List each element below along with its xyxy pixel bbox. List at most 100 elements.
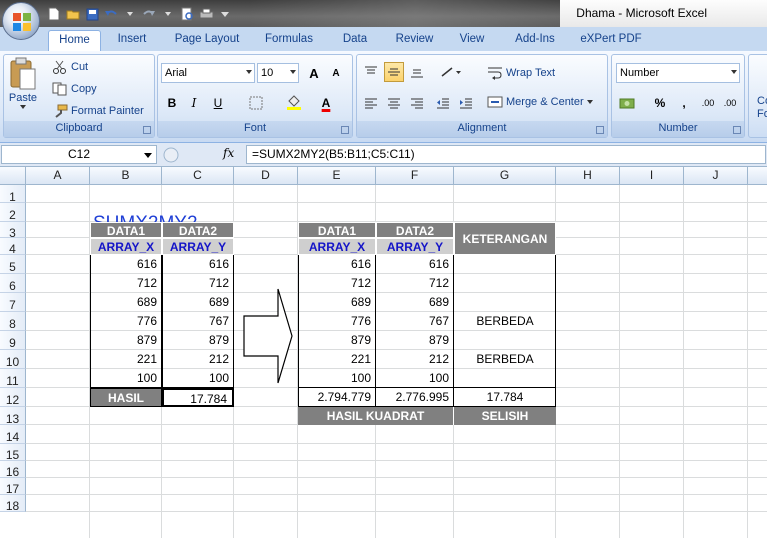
clipboard-dialog-launcher[interactable]	[143, 126, 151, 134]
orientation-button[interactable]	[437, 62, 465, 82]
row-header[interactable]: 10	[0, 350, 26, 369]
table-cell[interactable]: 616	[90, 255, 162, 274]
table-cell[interactable]	[454, 274, 556, 293]
undo-icon[interactable]	[103, 6, 119, 22]
row-header[interactable]: 3	[0, 222, 26, 240]
row-header[interactable]: 12	[0, 388, 26, 407]
row-header[interactable]: 18	[0, 495, 26, 513]
table-cell[interactable]: 712	[90, 274, 162, 293]
font-dialog-launcher[interactable]	[341, 126, 349, 134]
table-cell[interactable]: 100	[376, 369, 454, 388]
table-subheader-cell[interactable]: ARRAY_X	[90, 238, 162, 255]
table-header-cell[interactable]: DATA1	[90, 222, 162, 238]
table-cell[interactable]: 776	[298, 312, 376, 331]
shrink-font-button[interactable]: A	[326, 63, 346, 83]
table-cell[interactable]: 712	[162, 274, 234, 293]
column-header[interactable]: D	[234, 167, 298, 185]
row-header[interactable]: 17	[0, 478, 26, 496]
percent-button[interactable]: %	[650, 93, 670, 113]
align-bottom-button[interactable]	[407, 62, 427, 82]
align-center-button[interactable]	[384, 93, 404, 113]
redo-dropdown-icon[interactable]	[160, 6, 176, 22]
increase-decimal-button[interactable]: .00	[698, 93, 718, 113]
office-button[interactable]	[2, 2, 40, 40]
table-header-cell[interactable]: DATA2	[376, 222, 454, 238]
tab-home[interactable]: Home	[48, 30, 101, 51]
new-document-icon[interactable]	[46, 6, 62, 22]
tab-insert[interactable]: Insert	[109, 30, 155, 51]
row-header[interactable]: 6	[0, 274, 26, 293]
paste-button[interactable]: Paste	[8, 57, 38, 109]
decrease-decimal-button[interactable]: .00	[720, 93, 740, 113]
table-cell[interactable]: 616	[376, 255, 454, 274]
number-format-combo[interactable]: Number	[616, 63, 740, 83]
accounting-format-button[interactable]	[616, 93, 642, 113]
tab-review[interactable]: Review	[389, 30, 440, 51]
column-header[interactable]: G	[454, 167, 556, 185]
table-cell[interactable]	[454, 331, 556, 350]
table-cell[interactable]	[454, 255, 556, 274]
table-cell[interactable]: 100	[90, 369, 162, 388]
table-cell[interactable]	[454, 293, 556, 312]
table-cell[interactable]: BERBEDA	[454, 350, 556, 369]
table-cell[interactable]: 776	[90, 312, 162, 331]
merge-center-button[interactable]: Merge & Center	[487, 95, 593, 109]
conditional-formatting-button[interactable]: Co	[757, 95, 767, 107]
format-table-button[interactable]: Fo	[757, 108, 767, 120]
total-cell[interactable]: 2.776.995	[376, 388, 454, 407]
tab-add-ins[interactable]: Add-Ins	[508, 30, 562, 51]
row-header[interactable]: 11	[0, 369, 26, 388]
tab-page-layout[interactable]: Page Layout	[168, 30, 246, 51]
formula-bar-resize-icon[interactable]	[162, 146, 180, 164]
column-header[interactable]: F	[376, 167, 454, 185]
wrap-text-button[interactable]: Wrap Text	[487, 66, 555, 80]
table-cell[interactable]: 212	[162, 350, 234, 369]
row-header[interactable]: 8	[0, 312, 26, 331]
borders-button[interactable]	[246, 93, 266, 113]
align-top-button[interactable]	[361, 62, 381, 82]
row-header[interactable]: 16	[0, 461, 26, 479]
column-header[interactable]: A	[26, 167, 90, 185]
row-header[interactable]: 4	[0, 238, 26, 256]
result-label-cell[interactable]: HASIL	[90, 388, 162, 407]
table-cell[interactable]: 879	[90, 331, 162, 350]
table-header-cell[interactable]: DATA2	[162, 222, 234, 238]
worksheet-grid[interactable]: A B C D E F G H I J 1 2 3 4 5 6 7 8 9 10 11 12 13 14 1…	[0, 167, 767, 538]
select-all-button[interactable]	[0, 167, 26, 185]
row-header[interactable]: 5	[0, 255, 26, 274]
column-header[interactable]: C	[162, 167, 234, 185]
table-cell[interactable]: 712	[298, 274, 376, 293]
increase-indent-button[interactable]	[456, 93, 476, 113]
table-cell[interactable]: 221	[90, 350, 162, 369]
customize-toolbar-icon[interactable]	[217, 6, 233, 22]
table-cell[interactable]	[454, 369, 556, 388]
number-dialog-launcher[interactable]	[733, 126, 741, 134]
grow-font-button[interactable]: A	[304, 63, 324, 83]
table-cell[interactable]: 616	[162, 255, 234, 274]
right-arrow-shape[interactable]	[242, 287, 294, 385]
column-header[interactable]: H	[556, 167, 620, 185]
table-cell[interactable]: 767	[376, 312, 454, 331]
italic-button[interactable]: I	[184, 93, 204, 113]
row-header[interactable]: 15	[0, 444, 26, 462]
table-cell[interactable]: 212	[376, 350, 454, 369]
save-icon[interactable]	[84, 6, 100, 22]
table-cell[interactable]: 879	[298, 331, 376, 350]
column-header[interactable]: E	[298, 167, 376, 185]
column-header[interactable]: I	[620, 167, 684, 185]
table-cell[interactable]: 712	[376, 274, 454, 293]
decrease-indent-button[interactable]	[433, 93, 453, 113]
total-cell[interactable]: 2.794.779	[298, 388, 376, 407]
format-painter-button[interactable]: Format Painter	[52, 104, 144, 118]
row-header[interactable]: 9	[0, 331, 26, 350]
table-cell[interactable]: 689	[90, 293, 162, 312]
table-cell[interactable]: 879	[162, 331, 234, 350]
table-subheader-cell[interactable]: ARRAY_X	[298, 238, 376, 255]
open-folder-icon[interactable]	[65, 6, 81, 22]
table-cell[interactable]: 767	[162, 312, 234, 331]
print-preview-icon[interactable]	[179, 6, 195, 22]
print-icon[interactable]	[198, 6, 214, 22]
table-cell[interactable]: BERBEDA	[454, 312, 556, 331]
copy-button[interactable]: Copy	[52, 82, 97, 96]
table-cell[interactable]: 100	[162, 369, 234, 388]
